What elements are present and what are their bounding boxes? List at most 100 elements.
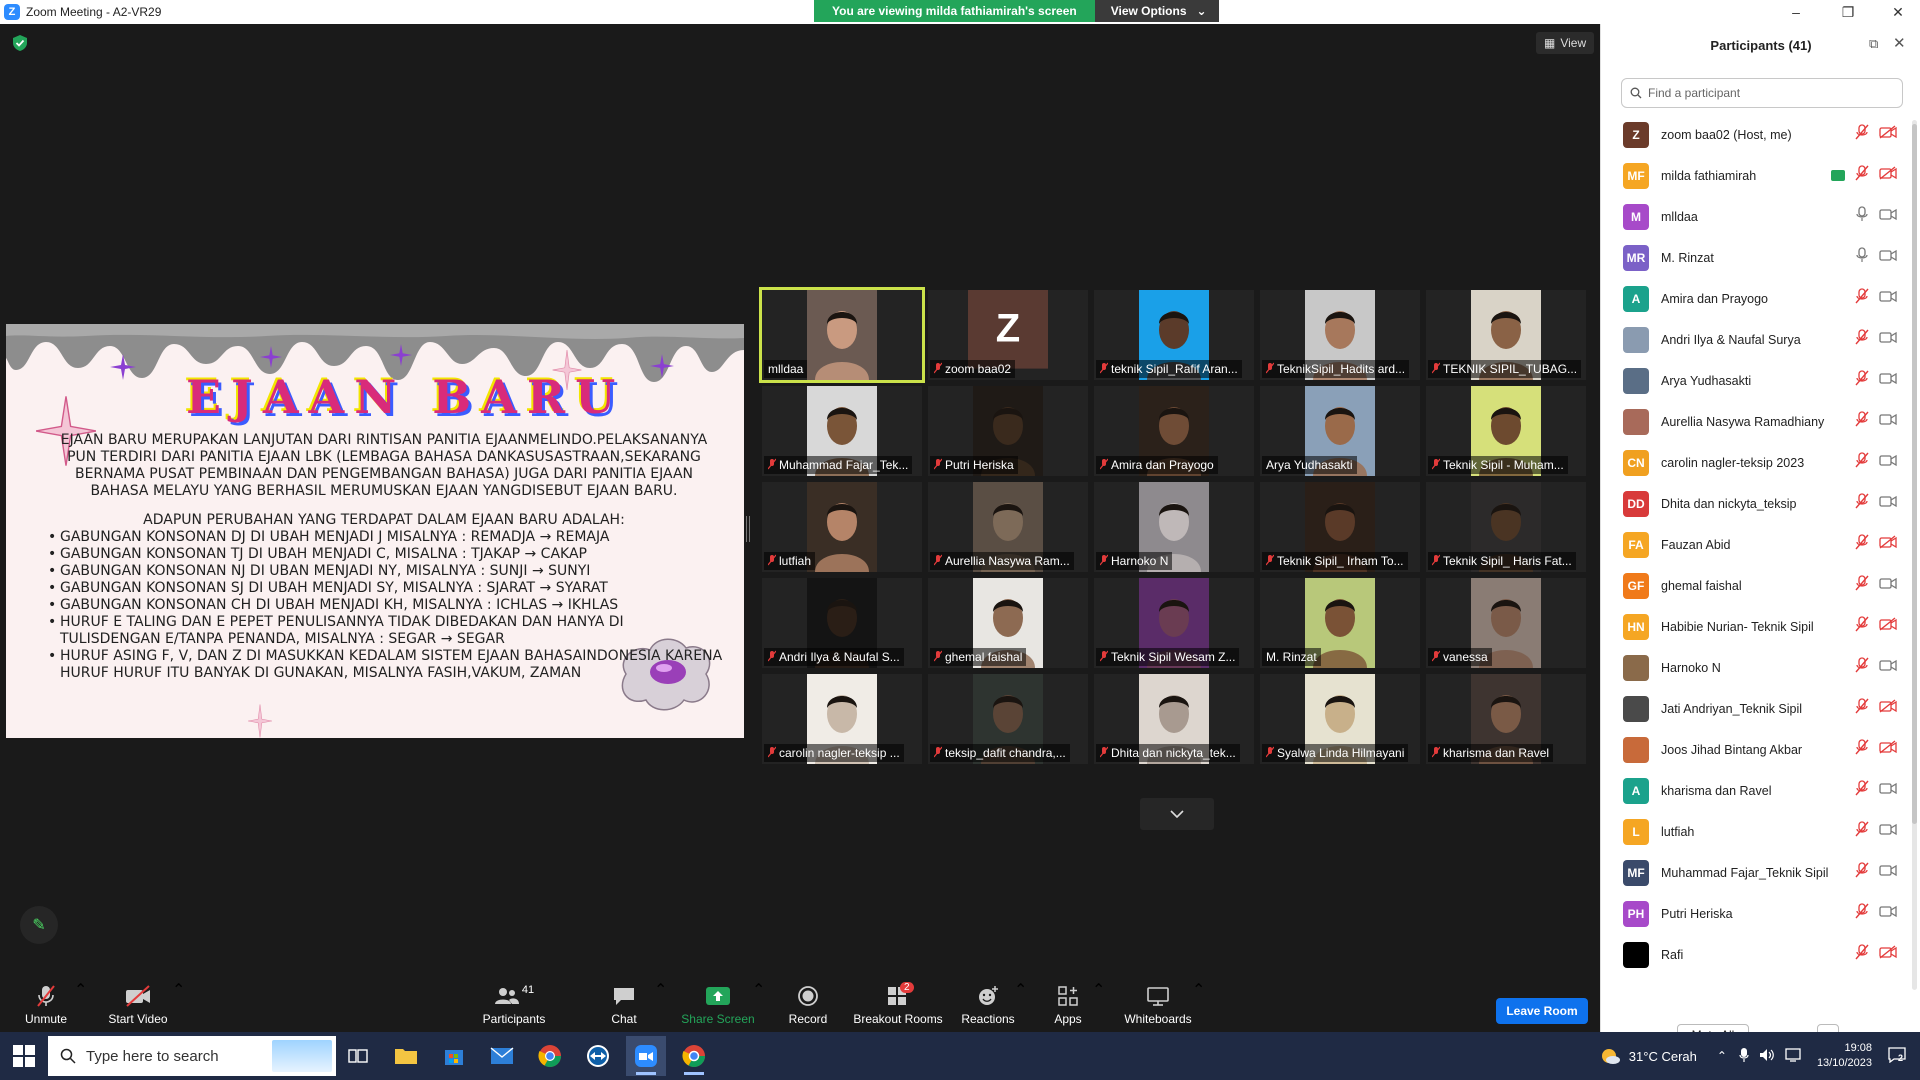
participant-row[interactable]: Joos Jihad Bintang Akbar <box>1601 729 1909 770</box>
video-off-icon[interactable] <box>1879 945 1897 964</box>
file-explorer-icon[interactable] <box>386 1036 426 1076</box>
reactions-options-caret[interactable]: ⌃ <box>1014 980 1027 1000</box>
video-tile[interactable]: kharisma dan Ravel <box>1426 674 1586 764</box>
task-view-icon[interactable] <box>338 1036 378 1076</box>
video-tile[interactable]: Dhita dan nickyta_tek... <box>1094 674 1254 764</box>
video-off-icon[interactable] <box>1879 617 1897 636</box>
mail-icon[interactable] <box>482 1036 522 1076</box>
video-tile[interactable]: Syalwa Linda Hilmayani <box>1260 674 1420 764</box>
participant-row[interactable]: MF milda fathiamirah <box>1601 155 1909 196</box>
video-off-icon[interactable] <box>1879 166 1897 185</box>
chrome-icon[interactable] <box>530 1036 570 1076</box>
video-icon[interactable] <box>1879 207 1897 226</box>
video-tile[interactable]: TEKNIK SIPIL_TUBAG... <box>1426 290 1586 380</box>
video-tile[interactable]: Aurellia Nasywa Ram... <box>928 482 1088 572</box>
zoom-taskbar-icon[interactable] <box>626 1036 666 1076</box>
video-tile[interactable]: TeknikSipil_Hadits ard... <box>1260 290 1420 380</box>
video-tile[interactable]: teknik Sipil_Rafif Aran... <box>1094 290 1254 380</box>
muted-mic-icon[interactable] <box>1855 821 1869 842</box>
participants-button[interactable]: 41 Participants <box>478 980 550 1032</box>
tray-expand-icon[interactable]: ⌃ <box>1717 1049 1727 1063</box>
share-options-caret[interactable]: ⌃ <box>752 980 765 1000</box>
participant-row[interactable]: FA Fauzan Abid <box>1601 524 1909 565</box>
chat-button[interactable]: Chat <box>600 980 648 1032</box>
mic-icon[interactable] <box>1855 247 1869 268</box>
muted-mic-icon[interactable] <box>1855 493 1869 514</box>
video-icon[interactable] <box>1879 781 1897 800</box>
video-icon[interactable] <box>1879 248 1897 267</box>
video-icon[interactable] <box>1879 330 1897 349</box>
video-tile[interactable]: carolin nagler-teksip ... <box>762 674 922 764</box>
annotate-pencil-button[interactable]: ✎ <box>20 906 58 944</box>
popout-icon[interactable]: ⧉ <box>1869 36 1878 52</box>
video-tile[interactable]: Muhammad Fajar_Tek... <box>762 386 922 476</box>
video-tile[interactable]: Teknik Sipil_ Haris Fat... <box>1426 482 1586 572</box>
split-view-divider[interactable] <box>746 516 750 542</box>
view-layout-button[interactable]: ▦ View <box>1536 32 1595 54</box>
video-tile[interactable]: Teknik Sipil_ Irham To... <box>1260 482 1420 572</box>
video-tile[interactable]: vanessa <box>1426 578 1586 668</box>
video-tile[interactable]: ghemal faishal <box>928 578 1088 668</box>
video-tile[interactable]: Harnoko N <box>1094 482 1254 572</box>
participant-row[interactable]: A Amira dan Prayogo <box>1601 278 1909 319</box>
video-icon[interactable] <box>1879 453 1897 472</box>
close-panel-icon[interactable]: ✕ <box>1893 34 1906 52</box>
muted-mic-icon[interactable] <box>1855 124 1869 145</box>
participant-row[interactable]: DD Dhita dan nickyta_teksip <box>1601 483 1909 524</box>
close-button[interactable]: ✕ <box>1876 0 1920 24</box>
muted-mic-icon[interactable] <box>1855 616 1869 637</box>
muted-mic-icon[interactable] <box>1855 780 1869 801</box>
reactions-button[interactable]: Reactions <box>958 980 1018 1032</box>
video-tile[interactable]: Arya Yudhasakti <box>1260 386 1420 476</box>
participant-row[interactable]: Llutfiah <box>1601 811 1909 852</box>
volume-icon[interactable] <box>1759 1048 1775 1065</box>
participant-row[interactable]: Mmlldaa <box>1601 196 1909 237</box>
video-off-icon[interactable] <box>1879 125 1897 144</box>
start-video-button[interactable]: Start Video <box>106 980 170 1032</box>
weather-text[interactable]: 31°C Cerah <box>1629 1049 1697 1064</box>
muted-mic-icon[interactable] <box>1855 534 1869 555</box>
security-shield-icon[interactable] <box>12 34 28 52</box>
whiteboards-options-caret[interactable]: ⌃ <box>1192 980 1205 1000</box>
video-off-icon[interactable] <box>1879 740 1897 759</box>
participant-list-scroll-thumb[interactable] <box>1912 124 1917 824</box>
gallery-next-page-button[interactable] <box>1140 798 1214 830</box>
participant-row[interactable]: HN Habibie Nurian- Teknik Sipil <box>1601 606 1909 647</box>
muted-mic-icon[interactable] <box>1855 370 1869 391</box>
network-icon[interactable] <box>1785 1047 1803 1065</box>
participant-row[interactable]: CN carolin nagler-teksip 2023 <box>1601 442 1909 483</box>
participant-row[interactable]: PH Putri Heriska <box>1601 893 1909 934</box>
video-icon[interactable] <box>1879 412 1897 431</box>
participant-row[interactable]: GF ghemal faishal <box>1601 565 1909 606</box>
leave-room-button[interactable]: Leave Room <box>1496 998 1588 1024</box>
participant-row[interactable]: MF Muhammad Fajar_Teknik Sipil <box>1601 852 1909 893</box>
restore-button[interactable]: ❐ <box>1826 0 1870 24</box>
video-tile[interactable]: M. Rinzat <box>1260 578 1420 668</box>
share-screen-button[interactable]: Share Screen <box>680 980 756 1032</box>
microphone-tray-icon[interactable] <box>1739 1047 1749 1066</box>
participant-row[interactable]: Aurellia Nasywa Ramadhiany <box>1601 401 1909 442</box>
video-tile[interactable]: lutfiah <box>762 482 922 572</box>
chrome-profile-icon[interactable] <box>674 1036 714 1076</box>
windows-start-icon[interactable] <box>12 1044 36 1068</box>
muted-mic-icon[interactable] <box>1855 657 1869 678</box>
muted-mic-icon[interactable] <box>1855 575 1869 596</box>
participant-row[interactable]: MR M. Rinzat <box>1601 237 1909 278</box>
record-button[interactable]: Record <box>784 980 832 1032</box>
audio-options-caret[interactable]: ⌃ <box>74 980 87 1000</box>
participant-row[interactable]: Andri Ilya & Naufal Surya <box>1601 319 1909 360</box>
video-icon[interactable] <box>1879 863 1897 882</box>
taskbar-clock[interactable]: 19:08 13/10/2023 <box>1817 1041 1872 1071</box>
video-icon[interactable] <box>1879 494 1897 513</box>
muted-mic-icon[interactable] <box>1855 288 1869 309</box>
whiteboards-button[interactable]: Whiteboards <box>1118 980 1198 1032</box>
video-tile[interactable]: Teknik Sipil Wesam Z... <box>1094 578 1254 668</box>
apps-button[interactable]: Apps <box>1044 980 1092 1032</box>
teamviewer-icon[interactable] <box>578 1036 618 1076</box>
muted-mic-icon[interactable] <box>1855 329 1869 350</box>
video-tile[interactable]: Putri Heriska <box>928 386 1088 476</box>
notification-center-icon[interactable]: 2 <box>1888 1046 1906 1066</box>
taskbar-search-box[interactable] <box>48 1036 336 1076</box>
video-icon[interactable] <box>1879 371 1897 390</box>
breakout-rooms-button[interactable]: 2 Breakout Rooms <box>852 980 944 1032</box>
